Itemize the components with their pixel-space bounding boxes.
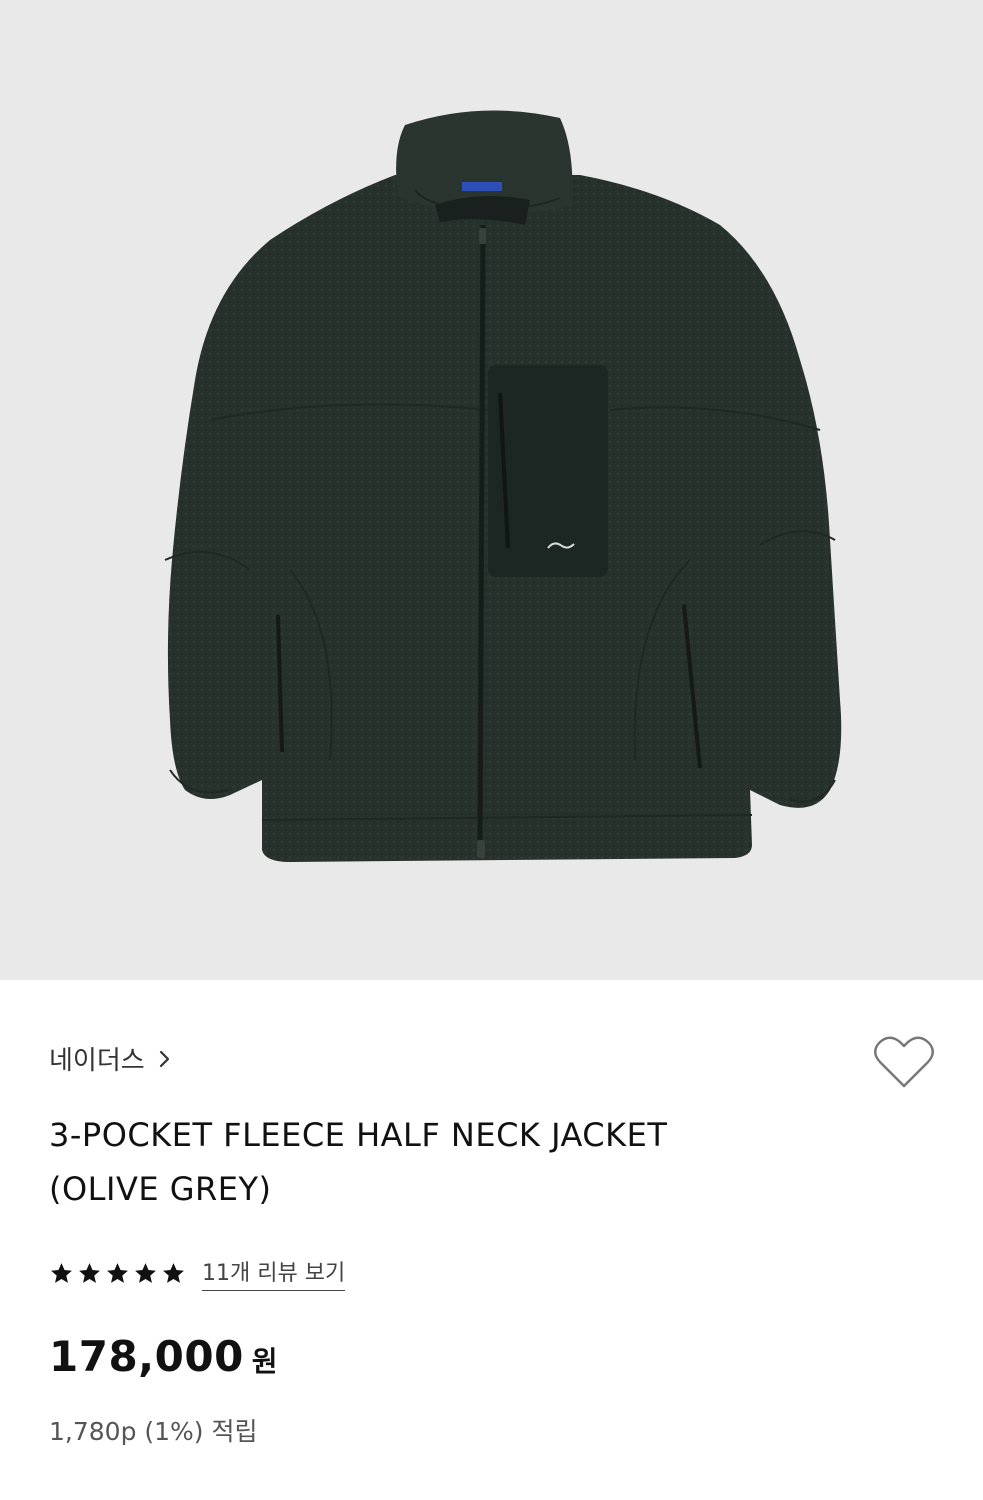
star-filled-icon	[51, 1262, 72, 1283]
product-title-line-2: (OLIVE GREY)	[49, 1170, 272, 1208]
jacket-illustration	[164, 110, 842, 862]
star-rating	[49, 1261, 186, 1286]
rating-row: 11개 리뷰 보기	[49, 1255, 346, 1291]
product-image[interactable]	[0, 0, 983, 980]
brand-name[interactable]: 네이더스	[49, 1040, 145, 1077]
reward-points: 1,780p (1%) 적립	[49, 1417, 258, 1446]
chevron-right-icon	[159, 1050, 169, 1067]
brand-link[interactable]: 네이더스	[49, 1040, 175, 1077]
star-filled-icon	[107, 1262, 128, 1283]
price: 178,000 원	[49, 1332, 278, 1381]
star-filled-icon	[79, 1262, 100, 1283]
price-unit: 원	[251, 1345, 278, 1378]
heart-outline-icon[interactable]	[873, 1034, 935, 1090]
product-info-panel: 네이더스 3-POCKET FLEECE HALF NECK JACKET (O…	[0, 980, 983, 1500]
star-filled-icon	[163, 1262, 184, 1283]
star-filled-icon	[135, 1262, 156, 1283]
product-title-line-1: 3-POCKET FLEECE HALF NECK JACKET	[49, 1116, 668, 1154]
review-link[interactable]: 11개 리뷰 보기	[202, 1255, 346, 1291]
product-title: 3-POCKET FLEECE HALF NECK JACKET (OLIVE …	[49, 1108, 869, 1216]
price-value: 178,000	[49, 1332, 244, 1381]
